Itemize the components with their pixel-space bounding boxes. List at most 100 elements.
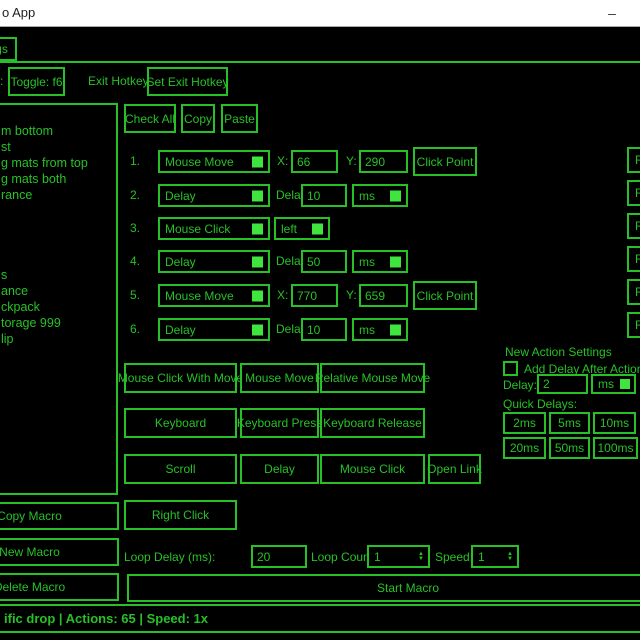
new-action-delay-input[interactable]	[537, 374, 588, 394]
delay-input[interactable]	[301, 250, 347, 273]
delay-input[interactable]	[301, 184, 347, 207]
action-type-dropdown[interactable]: Mouse Move	[158, 150, 270, 173]
add-delay-after-action-checkbox[interactable]	[503, 361, 518, 376]
remove-action-button[interactable]: R	[627, 180, 640, 206]
speed-stepper[interactable]: 1 ▲▼	[471, 545, 519, 568]
quick-delay-20ms-button[interactable]: 20ms	[503, 437, 546, 459]
quick-delay-5ms-button[interactable]: 5ms	[549, 412, 590, 434]
stepper-arrows-icon[interactable]: ▲▼	[414, 552, 428, 562]
add-open-link-button[interactable]: Open Link	[428, 454, 481, 484]
new-action-delay-label: Delay:	[503, 378, 537, 393]
add-keyboard-button[interactable]: Keyboard	[124, 408, 237, 438]
macro-list-item[interactable]: m bottom	[1, 123, 116, 139]
macro-list-item[interactable]: ance	[1, 283, 116, 299]
copy-macro-button[interactable]: Copy Macro	[0, 502, 119, 530]
action-row-number: 4.	[130, 254, 140, 269]
dropdown-arrow-icon	[390, 324, 401, 335]
remove-action-button[interactable]: R	[627, 279, 640, 305]
click-point-button[interactable]: Click Point	[413, 147, 477, 176]
delay-unit-value: ms	[598, 377, 614, 391]
add-scroll-button[interactable]: Scroll	[124, 454, 237, 484]
macro-list-item[interactable]: rance	[1, 187, 116, 203]
add-mouse-click-with-move-button[interactable]: Mouse Click With Move	[124, 363, 237, 393]
set-exit-hotkey-button[interactable]: Set Exit Hotkey	[147, 67, 228, 96]
delay-unit-dropdown[interactable]: ms	[352, 318, 408, 341]
start-macro-button[interactable]: Start Macro	[127, 574, 640, 602]
delay-unit-dropdown[interactable]: ms	[352, 184, 408, 207]
remove-action-button[interactable]: R	[627, 147, 640, 173]
macro-list-item[interactable]	[1, 235, 116, 251]
macro-list-item[interactable]	[1, 219, 116, 235]
paste-button[interactable]: Paste	[221, 104, 258, 133]
quick-delay-2ms-button[interactable]: 2ms	[503, 412, 546, 434]
delay-unit-value: ms	[359, 255, 375, 269]
add-delay-button[interactable]: Delay	[240, 454, 319, 484]
macro-list-item[interactable]: s	[1, 267, 116, 283]
add-keyboard-release-button[interactable]: Keyboard Release	[320, 408, 425, 438]
dropdown-arrow-icon	[252, 190, 263, 201]
remove-action-button[interactable]: R	[627, 246, 640, 272]
quick-delay-50ms-button[interactable]: 50ms	[549, 437, 590, 459]
quick-delay-10ms-button[interactable]: 10ms	[593, 412, 636, 434]
copy-button[interactable]: Copy	[181, 104, 215, 133]
delay-input[interactable]	[301, 318, 347, 341]
action-row-number: 2.	[130, 188, 140, 203]
macro-list-item[interactable]	[1, 107, 116, 123]
add-right-click-button[interactable]: Right Click	[124, 500, 237, 530]
macro-list-item[interactable]: g mats both	[1, 171, 116, 187]
action-row-number: 5.	[130, 288, 140, 303]
delay-unit-value: ms	[359, 323, 375, 337]
add-mouse-move-button[interactable]: Mouse Move	[240, 363, 319, 393]
action-type-dropdown[interactable]: Mouse Move	[158, 284, 270, 307]
macro-list-item[interactable]: g mats from top	[1, 155, 116, 171]
app-window: o App – gs : Toggle: f6 Exit Hotkey: Set…	[0, 0, 640, 640]
action-row-number: 1.	[130, 154, 140, 169]
loop-delay-input[interactable]	[251, 545, 307, 568]
mouse-button-dropdown[interactable]: left	[274, 217, 330, 240]
macro-list-item[interactable]: lip	[1, 331, 116, 347]
action-type-value: Delay	[165, 189, 196, 203]
speed-label: Speed:	[435, 550, 473, 565]
check-all-button[interactable]: Check All	[124, 104, 176, 133]
loop-delay-label: Loop Delay (ms):	[124, 550, 215, 565]
add-keyboard-press-button[interactable]: Keyboard Press	[240, 408, 319, 438]
speed-value: 1	[473, 550, 503, 564]
toggle-hotkey-button[interactable]: Toggle: f6	[8, 67, 65, 96]
action-type-dropdown[interactable]: Delay	[158, 184, 270, 207]
remove-action-button[interactable]: R	[627, 213, 640, 239]
delete-macro-button[interactable]: Delete Macro	[0, 573, 119, 601]
loop-count-value: 1	[369, 550, 414, 564]
y-label: Y:	[346, 288, 357, 303]
y-input[interactable]	[359, 150, 408, 173]
delay-unit-dropdown[interactable]: ms	[352, 250, 408, 273]
title-bar: o App –	[0, 0, 640, 27]
window-title: o App	[2, 5, 35, 20]
action-type-dropdown[interactable]: Delay	[158, 250, 270, 273]
new-action-delay-unit-dropdown[interactable]: ms	[591, 374, 636, 394]
remove-action-button[interactable]: R	[627, 312, 640, 338]
loop-count-stepper[interactable]: 1 ▲▼	[367, 545, 430, 568]
macro-list-item[interactable]: st	[1, 139, 116, 155]
x-input[interactable]	[291, 150, 338, 173]
minimize-icon[interactable]: –	[598, 2, 626, 24]
action-type-dropdown[interactable]: Mouse Click	[158, 217, 270, 240]
macro-listbox[interactable]: m bottom st g mats from top g mats both …	[0, 103, 118, 495]
quick-delay-100ms-button[interactable]: 100ms	[593, 437, 638, 459]
x-input[interactable]	[291, 284, 338, 307]
menu-settings-button[interactable]: gs	[0, 37, 17, 61]
action-type-value: Mouse Move	[165, 289, 234, 303]
stepper-arrows-icon[interactable]: ▲▼	[503, 552, 517, 562]
macro-list-item[interactable]: ckpack	[1, 299, 116, 315]
add-mouse-click-button[interactable]: Mouse Click	[320, 454, 425, 484]
click-point-button[interactable]: Click Point	[413, 281, 477, 310]
x-label: X:	[277, 154, 288, 169]
macro-list-item[interactable]	[1, 251, 116, 267]
action-type-dropdown[interactable]: Delay	[158, 318, 270, 341]
macro-list-item[interactable]: torage 999	[1, 315, 116, 331]
add-relative-mouse-move-button[interactable]: Relative Mouse Move	[320, 363, 425, 393]
dropdown-arrow-icon	[620, 379, 630, 389]
new-macro-button[interactable]: New Macro	[0, 538, 119, 566]
hotkey-label-fragment: :	[0, 74, 3, 89]
macro-list-item[interactable]	[1, 203, 116, 219]
y-input[interactable]	[359, 284, 408, 307]
